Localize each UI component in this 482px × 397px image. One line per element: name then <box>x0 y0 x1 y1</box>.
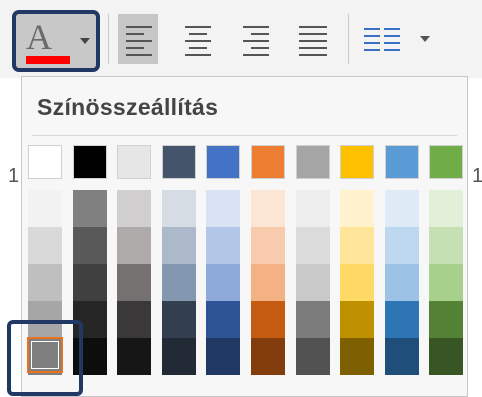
color-swatch[interactable] <box>384 301 419 338</box>
color-swatch[interactable] <box>28 227 62 264</box>
color-swatch[interactable] <box>117 190 152 227</box>
color-swatch[interactable] <box>206 264 241 301</box>
justify-button[interactable] <box>292 14 332 64</box>
color-swatch[interactable] <box>340 301 375 338</box>
chevron-down-icon[interactable] <box>420 36 430 42</box>
color-swatch[interactable] <box>72 145 107 179</box>
toolbar-divider <box>348 14 349 64</box>
color-swatch[interactable] <box>117 301 152 338</box>
color-swatch[interactable] <box>161 338 196 375</box>
toolbar-divider <box>108 14 109 64</box>
color-swatch[interactable] <box>72 227 107 264</box>
color-swatch[interactable] <box>429 145 464 179</box>
color-swatch[interactable] <box>251 338 285 375</box>
color-swatch[interactable] <box>161 145 196 179</box>
ruler-number: 1 <box>472 165 482 187</box>
align-right-button[interactable] <box>236 14 276 64</box>
toolbar: A <box>0 0 482 78</box>
color-swatch[interactable] <box>206 338 241 375</box>
color-swatch[interactable] <box>251 145 285 179</box>
color-swatch[interactable] <box>206 190 241 227</box>
color-swatch[interactable] <box>251 190 285 227</box>
font-color-icon: A <box>26 17 52 57</box>
divider <box>32 135 457 136</box>
align-center-button[interactable] <box>178 14 218 64</box>
color-swatch[interactable] <box>161 264 196 301</box>
color-swatch[interactable] <box>429 264 464 301</box>
color-swatch[interactable] <box>117 264 152 301</box>
color-swatch[interactable] <box>72 264 107 301</box>
color-swatch[interactable] <box>429 227 464 264</box>
color-swatch[interactable] <box>72 190 107 227</box>
color-swatch[interactable] <box>429 190 464 227</box>
color-swatch[interactable] <box>384 227 419 264</box>
color-swatch[interactable] <box>251 264 285 301</box>
color-swatch[interactable] <box>384 338 419 375</box>
color-swatch[interactable] <box>117 227 152 264</box>
color-swatch[interactable] <box>295 264 330 301</box>
color-swatch[interactable] <box>251 301 285 338</box>
columns-button[interactable] <box>360 20 430 60</box>
color-swatch[interactable] <box>206 227 241 264</box>
color-swatch[interactable] <box>429 301 464 338</box>
color-swatch[interactable] <box>161 301 196 338</box>
color-swatch[interactable] <box>206 145 241 179</box>
color-swatch[interactable] <box>28 190 62 227</box>
color-swatch[interactable] <box>384 145 419 179</box>
color-swatch[interactable] <box>28 145 62 179</box>
color-swatch[interactable] <box>161 190 196 227</box>
color-swatch[interactable] <box>429 338 464 375</box>
panel-title: Színösszeállítás <box>37 94 219 120</box>
color-swatch[interactable] <box>340 145 375 179</box>
color-swatch[interactable] <box>340 227 375 264</box>
color-swatch[interactable] <box>251 227 285 264</box>
selected-color-swatch[interactable] <box>27 337 63 373</box>
color-swatch[interactable] <box>295 227 330 264</box>
font-color-underline <box>26 56 70 64</box>
color-swatch[interactable] <box>384 190 419 227</box>
color-swatch[interactable] <box>340 190 375 227</box>
chevron-down-icon[interactable] <box>80 38 90 44</box>
color-swatch[interactable] <box>340 338 375 375</box>
color-swatch[interactable] <box>384 264 419 301</box>
color-swatch[interactable] <box>161 227 196 264</box>
color-swatch[interactable] <box>340 264 375 301</box>
color-swatch[interactable] <box>117 338 152 375</box>
color-dropdown-panel: Színösszeállítás <box>21 76 468 397</box>
font-color-button[interactable]: A <box>12 10 100 72</box>
color-swatch[interactable] <box>28 264 62 301</box>
color-swatch[interactable] <box>295 301 330 338</box>
color-swatch[interactable] <box>295 190 330 227</box>
color-swatch[interactable] <box>295 145 330 179</box>
color-swatch[interactable] <box>206 301 241 338</box>
color-swatch[interactable] <box>117 145 152 179</box>
align-left-button[interactable] <box>118 14 158 64</box>
ruler-number: 1 <box>8 165 20 187</box>
color-swatch[interactable] <box>295 338 330 375</box>
